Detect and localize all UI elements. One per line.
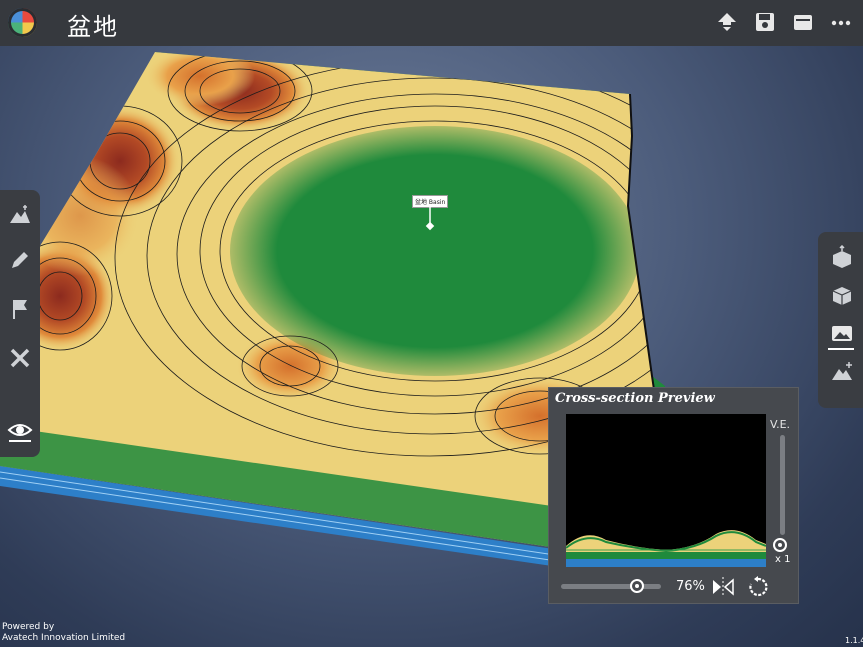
page-title: 盆地 [67,13,119,41]
rotate-icon [749,576,768,597]
flip-button[interactable] [712,576,734,598]
pencil-icon[interactable] [7,247,33,273]
ve-label: V.E. [770,418,791,431]
image-icon[interactable] [830,322,854,346]
more-icon[interactable] [829,10,853,34]
left-toolbar [0,190,40,457]
position-slider-knob[interactable] [630,579,644,593]
powered-by-line2: Avatech Innovation Limited [2,633,126,643]
powered-by: Powered by Avatech Innovation Limited [2,622,125,644]
ve-slider-track[interactable] [780,435,785,535]
mountain-add-icon[interactable] [830,360,854,384]
terrain-icon[interactable] [7,202,33,228]
reset-button[interactable] [747,576,769,598]
toolbar [715,10,853,34]
cube-rotate-icon[interactable] [830,284,854,308]
ve-multiplier: x 1 [775,554,791,565]
cross-section-title: Cross-section Preview [555,391,715,406]
position-percent: 76% [676,579,705,594]
app-logo[interactable] [8,8,37,37]
marker-pin-icon [425,205,435,231]
cross-section-panel: Cross-section Preview V.E. x 1 76% [548,387,799,604]
position-slider-track[interactable] [561,584,661,589]
right-toolbar [818,232,863,408]
eye-icon[interactable] [7,418,33,444]
right-toolbar-divider [828,348,854,350]
save-icon[interactable] [753,10,777,34]
cube-up-icon[interactable] [830,245,854,269]
upload-icon[interactable] [715,10,739,34]
ve-slider-knob[interactable] [773,538,787,552]
flip-icon [713,577,734,597]
cross-section-canvas [566,414,766,567]
tools-icon[interactable] [7,345,33,371]
powered-by-line1: Powered by [2,622,55,632]
version-label: 1.1.4 [845,636,863,645]
top-bar: 盆地 [0,0,863,46]
folder-icon[interactable] [791,10,815,34]
flag-icon[interactable] [7,296,33,322]
